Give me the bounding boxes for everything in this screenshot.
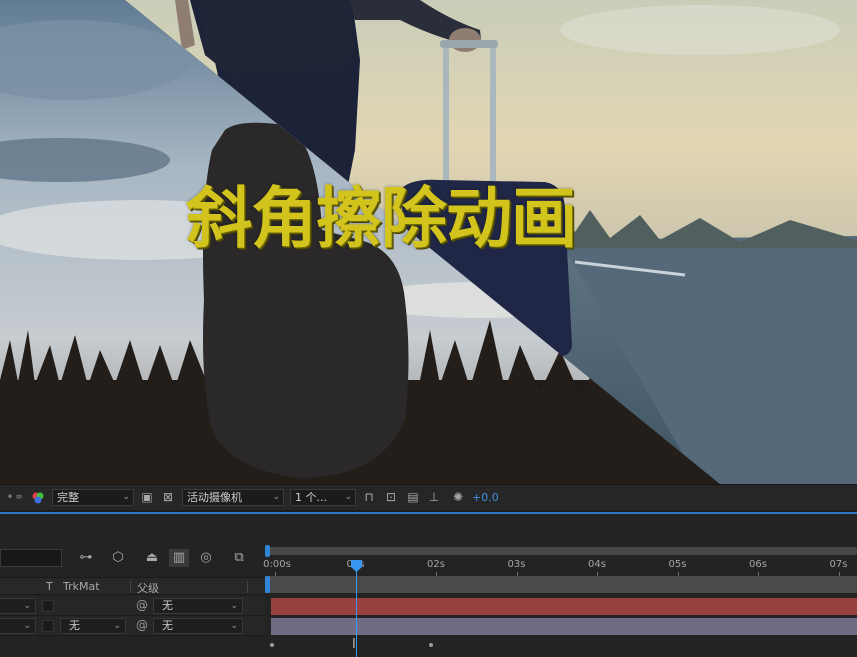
transparency-grid-icon[interactable]: ⊠ <box>160 489 176 506</box>
exposure-value[interactable]: +0.0 <box>472 489 499 506</box>
ruler-label: 04s <box>588 559 606 570</box>
pick-whip-icon[interactable]: @ <box>135 598 149 612</box>
resolution-dropdown[interactable]: 完整 ⌄ <box>52 489 134 506</box>
ruler-label: 02s <box>427 559 445 570</box>
chevron-down-icon: ⌄ <box>272 492 280 502</box>
timeline-panel: ⊶ ⬡ ⏏ ▥ ◎ ⧉ T TrkMat 父级 ⌄ @ 无 ⌄ ⌄ 无 ⌄ @ … <box>0 514 857 657</box>
views-dropdown[interactable]: 1 个... ⌄ <box>290 489 356 506</box>
layer-search-input[interactable] <box>0 549 62 567</box>
frame-blending-icon[interactable]: ▥ <box>169 549 189 567</box>
chevron-down-icon: ⌄ <box>344 492 352 502</box>
camera-value: 活动摄像机 <box>187 491 242 504</box>
camera-dropdown[interactable]: 活动摄像机 ⌄ <box>182 489 284 506</box>
parent-value: 无 <box>162 599 173 612</box>
preserve-transparency-checkbox[interactable] <box>42 600 54 612</box>
composition-title-text: 斜角擦除动画 <box>186 180 577 257</box>
pick-whip-icon[interactable]: @ <box>135 618 149 632</box>
column-trkmat: TrkMat <box>63 580 100 593</box>
time-navigator-start-handle[interactable] <box>265 545 270 557</box>
ruler-label: 05s <box>668 559 687 570</box>
time-navigator[interactable] <box>268 547 857 555</box>
toggle-pixel-aspect-icon[interactable]: ⊓ <box>361 489 377 506</box>
trkmat-value: 无 <box>69 619 80 632</box>
composition-flowchart-icon[interactable]: ⊶ <box>76 549 96 567</box>
ruler-label: 03s <box>507 559 526 570</box>
chevron-down-icon: ⌄ <box>122 492 130 502</box>
views-value: 1 个... <box>295 491 327 504</box>
layer-row[interactable]: ⌄ @ 无 ⌄ <box>0 596 265 616</box>
text-cursor-icon: I <box>352 637 356 652</box>
trkmat-dropdown[interactable]: 无 ⌄ <box>60 618 126 634</box>
layer-column-header: T TrkMat 父级 <box>0 577 265 595</box>
preserve-transparency-checkbox[interactable] <box>42 620 54 632</box>
current-time-indicator[interactable] <box>356 568 357 657</box>
composition-viewer[interactable]: 斜角擦除动画 <box>0 0 857 484</box>
reset-exposure-icon[interactable]: ✺ <box>450 489 466 506</box>
ruler-label: 07s <box>829 559 848 570</box>
column-divider <box>130 581 131 593</box>
mode-dropdown[interactable]: ⌄ <box>0 618 36 634</box>
ruler-label: 06s <box>749 559 767 570</box>
column-t: T <box>46 580 53 593</box>
viewer-toolbar: • ⚭ 完整 ⌄ ▣ ⊠ 活动摄像机 ⌄ 1 个... ⌄ ⊓ ⊡ ▤ ⊥ ✺ … <box>0 484 857 510</box>
chevron-down-icon: ⌄ <box>23 621 31 631</box>
chevron-down-icon: ⌄ <box>230 621 238 631</box>
layer-row[interactable]: ⌄ 无 ⌄ @ 无 ⌄ <box>0 616 265 636</box>
parent-dropdown[interactable]: 无 ⌄ <box>153 598 243 614</box>
layer-duration-bar[interactable] <box>271 598 857 615</box>
work-area-start-handle[interactable] <box>265 576 270 593</box>
region-of-interest-icon[interactable]: ▣ <box>139 489 155 506</box>
hide-shy-layers-icon[interactable]: ⏏ <box>142 549 162 567</box>
parent-dropdown[interactable]: 无 ⌄ <box>153 618 243 634</box>
column-parent: 父级 <box>137 582 159 595</box>
fast-preview-icon[interactable]: ⊡ <box>383 489 399 506</box>
motion-blur-icon[interactable]: ◎ <box>196 549 216 567</box>
draft-3d-icon[interactable]: ⬡ <box>108 549 128 567</box>
column-divider <box>247 581 248 593</box>
keyframe-marker[interactable] <box>270 643 274 647</box>
graph-editor-icon[interactable]: ⧉ <box>229 549 249 567</box>
chevron-down-icon: ⌄ <box>113 621 121 631</box>
chevron-down-icon: ⌄ <box>23 601 31 611</box>
mode-dropdown[interactable]: ⌄ <box>0 598 36 614</box>
parent-value: 无 <box>162 619 173 632</box>
timeline-icon[interactable]: ▤ <box>405 489 421 506</box>
flowchart-icon[interactable]: ⊥ <box>426 489 442 506</box>
current-time-indicator-head[interactable] <box>351 560 362 572</box>
resolution-value: 完整 <box>57 491 79 504</box>
ruler-label: 0:00s <box>263 559 291 570</box>
work-area-bar[interactable] <box>265 576 857 593</box>
color-channel-icon[interactable] <box>30 489 46 506</box>
keyframe-marker[interactable] <box>429 643 433 647</box>
show-snapshot-icon[interactable]: ⚭ <box>11 489 27 506</box>
layer-duration-bar[interactable] <box>271 618 857 635</box>
chevron-down-icon: ⌄ <box>230 601 238 611</box>
